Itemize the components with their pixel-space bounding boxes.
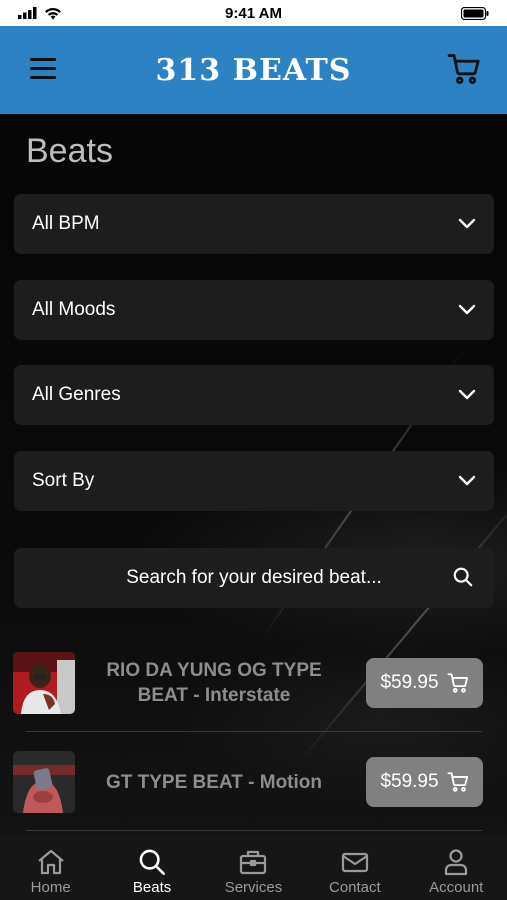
chevron-down-icon xyxy=(458,218,476,229)
chevron-down-icon xyxy=(458,389,476,400)
home-icon xyxy=(37,849,64,875)
cart-icon xyxy=(447,673,468,693)
mood-filter-dropdown[interactable]: All Moods xyxy=(14,280,494,340)
dropdown-label: All BPM xyxy=(32,213,100,234)
beat-cover-image[interactable] xyxy=(13,652,75,714)
divider xyxy=(26,830,482,831)
search-icon[interactable] xyxy=(452,566,474,593)
tab-label: Home xyxy=(30,879,71,896)
tab-services[interactable]: Services xyxy=(203,848,304,896)
add-to-cart-button[interactable]: $59.95 xyxy=(366,757,483,807)
beat-list-item: RIO DA YUNG OG TYPE BEAT - Interstate $5… xyxy=(0,634,507,732)
cart-icon[interactable] xyxy=(447,52,481,86)
dropdown-label: All Genres xyxy=(32,384,121,405)
user-icon xyxy=(445,849,468,876)
wifi-icon xyxy=(45,7,61,19)
tab-label: Contact xyxy=(329,879,381,896)
tab-label: Beats xyxy=(132,879,172,896)
genre-filter-dropdown[interactable]: All Genres xyxy=(14,365,494,425)
chevron-down-icon xyxy=(458,304,476,315)
beat-price: $59.95 xyxy=(380,771,439,792)
bpm-filter-dropdown[interactable]: All BPM xyxy=(14,194,494,254)
tab-contact[interactable]: Contact xyxy=(304,848,405,896)
hamburger-menu-icon[interactable] xyxy=(30,58,56,80)
page-title: Beats xyxy=(26,132,113,170)
status-bar: 9:41 AM xyxy=(0,0,507,26)
tab-label: Services xyxy=(224,879,283,896)
sort-by-dropdown[interactable]: Sort By xyxy=(14,451,494,511)
cart-icon xyxy=(447,772,468,792)
briefcase-icon xyxy=(240,850,267,875)
chevron-down-icon xyxy=(458,475,476,486)
battery-icon xyxy=(461,6,489,20)
search-box xyxy=(14,548,494,608)
envelope-icon xyxy=(341,852,368,873)
tab-label: Account xyxy=(429,879,484,896)
search-icon xyxy=(139,849,166,875)
cellular-signal-icon xyxy=(18,7,37,19)
tab-home[interactable]: Home xyxy=(0,848,101,896)
add-to-cart-button[interactable]: $59.95 xyxy=(366,658,483,708)
divider xyxy=(26,731,482,732)
beat-cover-image[interactable] xyxy=(13,751,75,813)
beat-title[interactable]: RIO DA YUNG OG TYPE BEAT - Interstate xyxy=(88,658,340,708)
bottom-tab-bar: Home Beats Services Contact Account xyxy=(0,836,507,900)
tab-beats[interactable]: Beats xyxy=(102,848,203,896)
search-input[interactable] xyxy=(64,567,444,589)
beat-price: $59.95 xyxy=(380,672,439,693)
app-logo[interactable]: 313 BEATS xyxy=(156,53,352,88)
app-header: 313 BEATS xyxy=(0,26,507,114)
status-time: 9:41 AM xyxy=(225,4,282,22)
dropdown-label: All Moods xyxy=(32,299,116,320)
beat-title[interactable]: GT TYPE BEAT - Motion xyxy=(88,770,340,795)
dropdown-label: Sort By xyxy=(32,470,95,491)
beat-list-item: GT TYPE BEAT - Motion $59.95 xyxy=(0,733,507,831)
tab-account[interactable]: Account xyxy=(406,848,507,896)
